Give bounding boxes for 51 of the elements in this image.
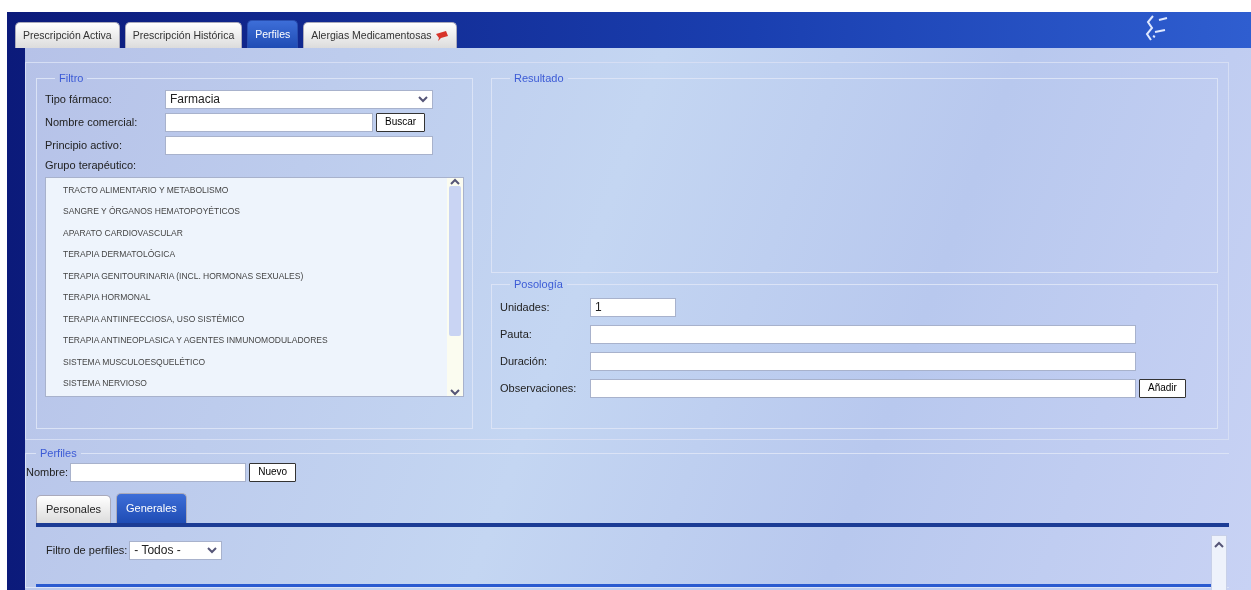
field-label: Unidades: [500, 299, 551, 315]
list-item[interactable]: SISTEMA NERVIOSO [63, 373, 447, 395]
list-item[interactable]: TERAPIA HORMONAL [63, 287, 447, 309]
field-label: Tipo fármaco: [45, 91, 113, 107]
tab[interactable]: Generales [116, 493, 187, 523]
list-item[interactable]: APARATO CARDIOVASCULAR [63, 222, 447, 244]
text-field[interactable] [590, 351, 1136, 371]
text-field[interactable] [590, 324, 1136, 344]
field-label: Principio activo: [45, 137, 124, 153]
scrollbar[interactable] [447, 177, 463, 396]
search-button[interactable]: Buscar [376, 112, 426, 132]
field-label: Duración: [500, 353, 549, 369]
list-item[interactable]: TERAPIA DERMATOLÓGICA [63, 244, 447, 266]
list-item[interactable]: SISTEMA MUSCULOESQUELÉTICO [63, 351, 447, 373]
dropdown-icon [207, 546, 218, 554]
dropdown-icon [418, 95, 428, 103]
field-label: Observaciones: [500, 380, 578, 396]
tab[interactable]: Personales [36, 495, 112, 523]
panel-legend: Resultado [510, 73, 568, 84]
type-select[interactable]: Farmacia [165, 89, 433, 109]
field-label: Nombre comercial: [45, 114, 139, 130]
tab[interactable]: Prescripción Activa [15, 22, 120, 48]
field-label: Pauta: [500, 326, 533, 342]
text-field[interactable] [165, 135, 433, 155]
field-label: Nombre: [26, 464, 69, 480]
name-field[interactable] [165, 112, 373, 132]
list-item[interactable]: TERAPIA ANTINEOPLASICA Y AGENTES INMUNOMODULADORES [63, 330, 447, 352]
tab[interactable]: Prescripción Histórica [124, 22, 243, 48]
name-field[interactable] [70, 462, 247, 482]
text-field[interactable]: 1 [590, 297, 676, 317]
list-item[interactable]: TRACTO ALIMENTARIO Y METABOLISMO [63, 179, 447, 201]
tab[interactable]: Perfiles [247, 20, 299, 48]
tab[interactable]: Alergias Medicamentosas [303, 22, 458, 48]
new-button[interactable]: Nuevo [249, 462, 297, 482]
field-label: Grupo terapéutico: [45, 158, 138, 173]
panel-legend: Posología [510, 279, 567, 290]
list-item[interactable]: SANGRE Y ÓRGANOS HEMATOPOYÉTICOS [63, 201, 447, 223]
scroll-up-icon[interactable] [450, 177, 460, 186]
scroll-up-icon[interactable] [1214, 541, 1224, 550]
list-item[interactable]: TERAPIA ANTIINFECCIOSA, USO SISTÉMICO [63, 308, 447, 330]
group-listbox[interactable] [45, 176, 464, 397]
text-field[interactable] [590, 378, 1136, 398]
panel-legend: Perfiles [36, 448, 81, 459]
field-label: Filtro de perfiles: [46, 542, 128, 558]
scroll-down-icon[interactable] [450, 387, 460, 396]
panel-legend: Filtro [55, 73, 88, 84]
speech-bubble-icon [435, 29, 450, 42]
list-item[interactable]: TERAPIA GENITOURINARIA (INCL. HORMONAS SEXUALES) [63, 265, 447, 287]
scrollbar[interactable] [1211, 535, 1227, 590]
add-button[interactable]: Añadir [1139, 378, 1186, 398]
profile-filter-select[interactable]: - Todos - [129, 540, 223, 560]
